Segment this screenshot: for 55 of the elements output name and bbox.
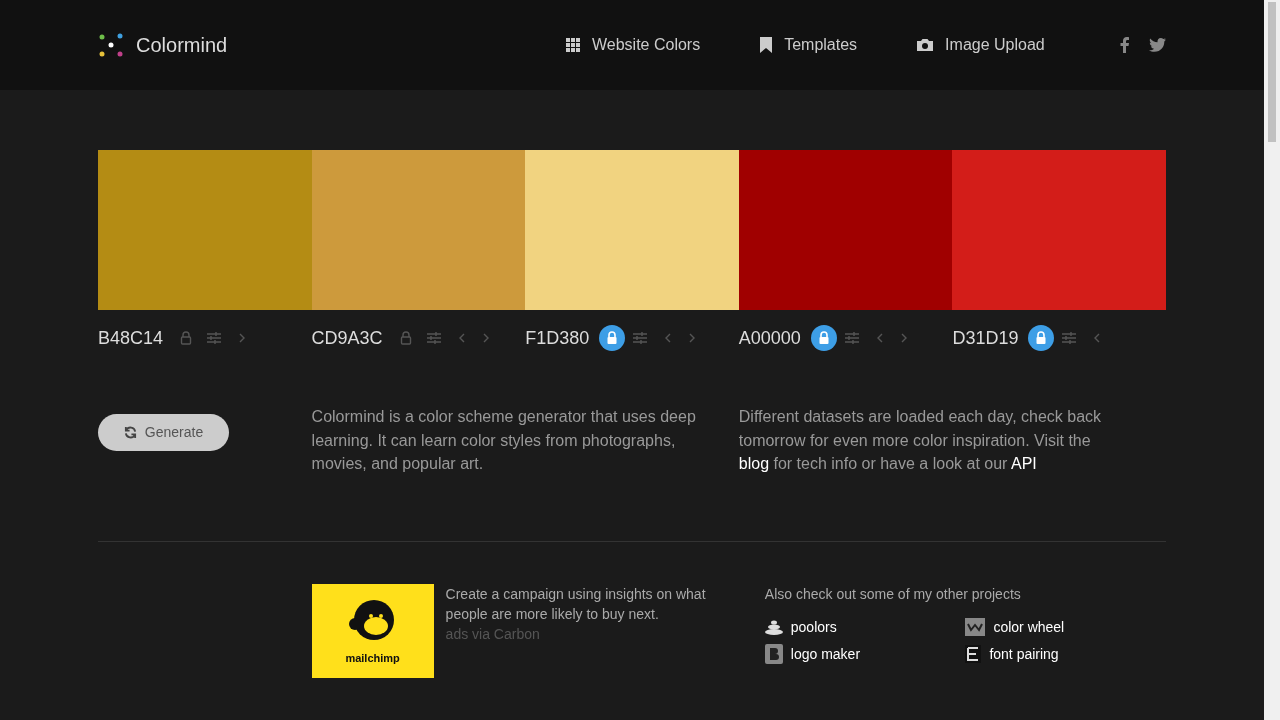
facebook-icon[interactable] [1120,37,1129,53]
description-text: Colormind is a color scheme generator that uses deep learning. It can learn color styles from photographs, movies, and popular art. [311,407,697,474]
project-link[interactable]: poolors [790,616,837,638]
sliders-icon[interactable] [207,332,222,344]
lock-icon[interactable] [599,325,626,351]
api-link[interactable]: API [1010,455,1037,472]
nav-link[interactable]: Templates [784,33,858,57]
lock-icon[interactable] [1028,325,1055,351]
nav-link[interactable]: Image Upload [945,33,1045,57]
hex-code: B48C14 [98,326,164,350]
hex-code: F1D380 [525,326,590,350]
previous-icon[interactable] [665,333,672,343]
refresh-icon [123,426,137,439]
next-icon[interactable] [482,333,489,343]
nav-link[interactable]: Website Colors [592,33,701,57]
sliders-icon[interactable] [1062,332,1077,344]
color-swatch[interactable] [311,150,526,310]
project-link[interactable]: color wheel [993,616,1065,638]
previous-icon[interactable] [458,333,465,343]
scrollbar[interactable] [1264,0,1280,720]
logo-icon [98,32,124,58]
hex-code: CD9A3C [311,326,383,350]
generate-button[interactable]: Generate [98,414,229,451]
color-swatch[interactable] [525,150,739,310]
color-swatch[interactable] [98,150,312,310]
brand-name[interactable]: Colormind [136,30,228,60]
lock-icon[interactable] [810,325,837,351]
twitter-icon[interactable] [1149,38,1166,52]
ad-image[interactable]: mailchimp [311,583,434,678]
letter-b-icon [764,644,783,664]
camera-icon [917,38,934,52]
info-text: Different datasets are loaded each day, check back tomorrow for even more color inspiration. Visit the blog for tech info or have a look at our API [738,407,1103,474]
sliders-icon[interactable] [844,332,859,344]
previous-icon[interactable] [876,333,883,343]
wave-icon [965,618,986,636]
next-icon[interactable] [900,333,907,343]
ad-brand-text: mailchimp [345,651,400,667]
color-swatch[interactable] [738,150,953,310]
next-icon[interactable] [689,333,696,343]
blog-link[interactable]: blog [738,455,770,472]
grid-icon [566,38,580,52]
next-icon[interactable] [239,333,246,343]
sliders-icon[interactable] [426,332,441,344]
color-swatch[interactable] [952,150,1166,310]
project-link[interactable]: logo maker [790,643,861,665]
projects-title: Also check out some of my other projects [764,584,1022,604]
previous-icon[interactable] [1094,333,1101,343]
sliders-icon[interactable] [633,332,648,344]
stack-icon [764,619,783,635]
font-icon [965,645,982,663]
project-link[interactable]: font pairing [989,643,1059,665]
hex-code: A00000 [738,326,801,350]
hex-code: D31D19 [952,326,1019,350]
bookmark-icon [760,37,773,53]
ad-text[interactable]: Create a campaign using insights on what people are more likely to buy next. [445,583,716,624]
